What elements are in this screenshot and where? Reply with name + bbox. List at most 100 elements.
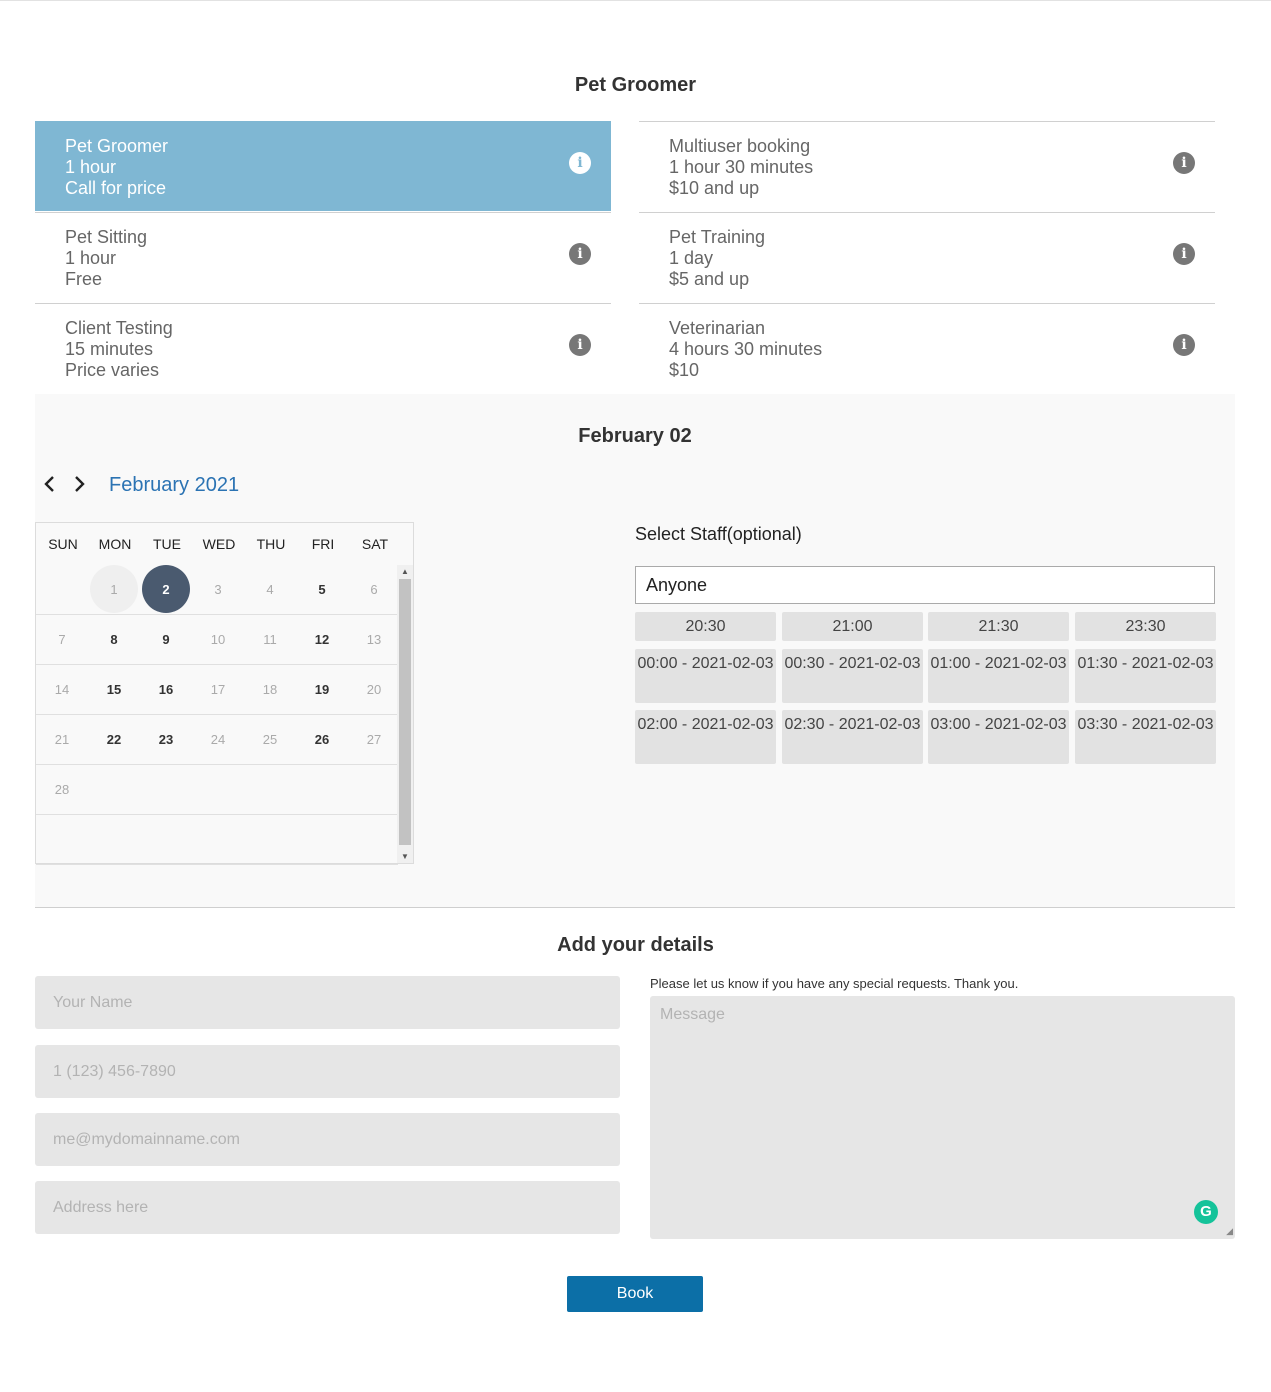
day-number: 9 [162, 632, 170, 647]
day-number: 19 [314, 682, 330, 697]
service-duration: 4 hours 30 minutes [669, 339, 823, 359]
time-slot-button[interactable]: 20:30 [635, 612, 776, 641]
service-duration: 15 minutes [65, 339, 154, 359]
time-slot-button[interactable]: 01:30 - 2021-02-03 [1075, 649, 1216, 703]
calendar-week: 21 22 23 24 25 26 27 [36, 715, 398, 765]
day-number: 24 [210, 732, 226, 747]
staff-label: Select Staff(optional) [635, 524, 802, 544]
weekday-thu: THU [256, 536, 286, 552]
calendar-day[interactable]: 16 [140, 665, 192, 714]
info-icon[interactable]: i [569, 334, 591, 356]
time-slot-button[interactable]: 03:00 - 2021-02-03 [928, 710, 1069, 764]
day-number: 2 [162, 582, 170, 597]
info-icon[interactable]: i [569, 152, 591, 174]
calendar-week [36, 815, 398, 865]
service-price: Call for price [65, 178, 167, 198]
address-field[interactable]: Address here [35, 1181, 620, 1234]
time-slot-button[interactable]: 01:00 - 2021-02-03 [928, 649, 1069, 703]
calendar-day[interactable]: 23 [140, 715, 192, 764]
calendar: SUN MON TUE WED THU FRI SAT 1 2 3 4 5 6 7 8 9 10 1… [35, 522, 414, 865]
calendar-day: 3 [192, 565, 244, 614]
top-divider [0, 0, 1271, 1]
phone-field[interactable]: 1 (123) 456-7890 [35, 1045, 620, 1098]
service-price: $10 [669, 360, 700, 380]
info-icon[interactable]: i [1173, 334, 1195, 356]
calendar-day[interactable]: 22 [88, 715, 140, 764]
email-field[interactable]: me@mydomainname.com [35, 1113, 620, 1166]
calendar-day: 6 [348, 565, 400, 614]
info-icon[interactable]: i [1173, 152, 1195, 174]
service-name: Client Testing [65, 318, 173, 338]
calendar-day: 17 [192, 665, 244, 714]
calendar-day: 10 [192, 615, 244, 664]
day-number: 20 [366, 682, 382, 697]
calendar-day[interactable]: 19 [296, 665, 348, 714]
grammarly-icon[interactable]: G [1194, 1200, 1218, 1224]
time-slot-button[interactable]: 02:30 - 2021-02-03 [782, 710, 923, 764]
calendar-day[interactable]: 26 [296, 715, 348, 764]
calendar-day: 11 [244, 615, 296, 664]
weekday-fri: FRI [311, 536, 335, 552]
day-number: 21 [54, 732, 70, 747]
weekday-sun: SUN [48, 536, 78, 552]
calendar-day: 25 [244, 715, 296, 764]
day-number: 25 [262, 732, 278, 747]
chevron-left-icon[interactable] [42, 472, 56, 500]
day-number: 10 [210, 632, 226, 647]
service-price: Price varies [65, 360, 160, 380]
book-button[interactable]: Book [567, 1276, 703, 1312]
calendar-scrollbar[interactable]: ▲ ▼ [397, 565, 413, 863]
service-veterinarian[interactable]: Veterinarian 4 hours 30 minutes $10 i [639, 303, 1215, 393]
time-slot-button[interactable]: 02:00 - 2021-02-03 [635, 710, 776, 764]
info-icon[interactable]: i [1173, 243, 1195, 265]
service-name: Pet Groomer [65, 136, 169, 156]
calendar-day: 14 [36, 665, 88, 714]
month-label[interactable]: February 2021 [109, 474, 239, 497]
resize-handle-icon[interactable]: ◢ [1226, 1226, 1233, 1237]
day-number: 17 [210, 682, 226, 697]
scroll-up-icon[interactable]: ▲ [397, 567, 413, 576]
day-number: 28 [54, 782, 70, 797]
time-slot-button[interactable]: 23:30 [1075, 612, 1216, 641]
calendar-day[interactable]: 5 [296, 565, 348, 614]
calendar-day: 7 [36, 615, 88, 664]
calendar-day[interactable]: 2 [140, 565, 192, 614]
time-slot-button[interactable]: 03:30 - 2021-02-03 [1075, 710, 1216, 764]
service-name: Multiuser booking [669, 136, 811, 156]
time-slot-button[interactable]: 00:30 - 2021-02-03 [782, 649, 923, 703]
weekday-tue: TUE [153, 536, 181, 552]
name-field[interactable]: Your Name [35, 976, 620, 1029]
service-multiuser-booking[interactable]: Multiuser booking 1 hour 30 minutes $10 … [639, 121, 1215, 211]
info-icon[interactable]: i [569, 243, 591, 265]
calendar-day: 28 [36, 765, 88, 814]
day-number: 11 [263, 632, 277, 647]
calendar-day[interactable]: 8 [88, 615, 140, 664]
service-client-testing[interactable]: Client Testing 15 minutes Price varies i [35, 303, 611, 393]
day-number: 5 [318, 582, 326, 597]
service-name: Veterinarian [669, 318, 766, 338]
calendar-day[interactable]: 9 [140, 615, 192, 664]
day-number: 18 [262, 682, 278, 697]
chevron-right-icon[interactable] [73, 472, 87, 500]
time-slot-button[interactable]: 00:00 - 2021-02-03 [635, 649, 776, 703]
service-price: Free [65, 269, 103, 289]
message-textarea[interactable]: Message G ◢ [650, 996, 1235, 1239]
service-pet-training[interactable]: Pet Training 1 day $5 and up i [639, 212, 1215, 302]
calendar-day[interactable]: 15 [88, 665, 140, 714]
time-slot-button[interactable]: 21:30 [928, 612, 1069, 641]
service-duration: 1 hour [65, 248, 117, 268]
service-pet-groomer[interactable]: Pet Groomer 1 hour Call for price i [35, 121, 611, 211]
time-slot-button[interactable]: 21:00 [782, 612, 923, 641]
calendar-day[interactable]: 12 [296, 615, 348, 664]
calendar-day: 13 [348, 615, 400, 664]
service-price: $5 and up [669, 269, 750, 289]
staff-select[interactable]: Anyone [635, 566, 1215, 604]
details-title: Add your details [557, 934, 714, 956]
scrollbar-thumb[interactable] [399, 579, 411, 845]
booking-section: February 02 February 2021 SUN MON TUE WE… [35, 394, 1235, 908]
calendar-day: 1 [88, 565, 140, 614]
scroll-down-icon[interactable]: ▼ [397, 852, 413, 861]
weekday-wed: WED [202, 536, 236, 552]
calendar-week: 14 15 16 17 18 19 20 [36, 665, 398, 715]
service-pet-sitting[interactable]: Pet Sitting 1 hour Free i [35, 212, 611, 302]
